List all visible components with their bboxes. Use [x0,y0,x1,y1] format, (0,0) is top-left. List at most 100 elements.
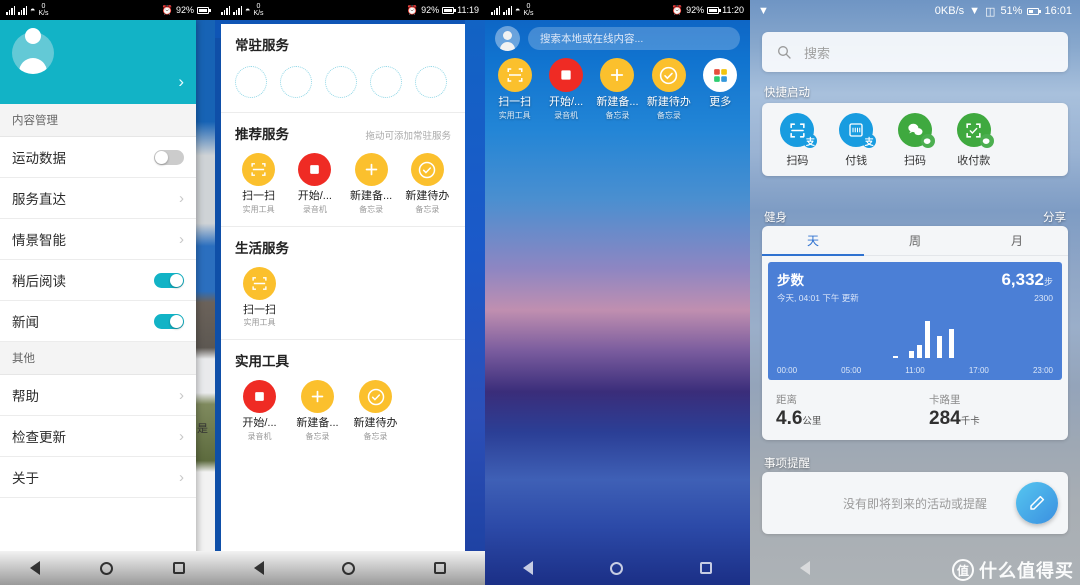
app-name: 新建备... [596,96,639,108]
toggle-sports-data[interactable] [154,149,184,165]
recents-icon[interactable] [433,562,446,574]
chevron-right-icon: › [179,427,184,445]
empty-slot-circle[interactable] [370,66,402,98]
service-item[interactable]: 新建待办 备忘录 [404,153,451,215]
fitness-metrics: 距离 4.6公里 卡路里 284千卡 [762,386,1068,440]
empty-slot-circle[interactable] [325,66,357,98]
home-app-new-note[interactable]: 新建备... 备忘录 [593,58,641,121]
empty-slot-circle[interactable] [235,66,267,98]
assistant-search-input[interactable]: 搜索 [762,32,1068,72]
steps-panel[interactable]: 步数 6,332步 今天, 04:01 下午 更新 2300 00:00 05:… [768,262,1062,380]
empty-slot-circle[interactable] [415,66,447,98]
recents-icon[interactable] [173,562,185,574]
quick-launch-alipay-scan[interactable]: 支 扫码 [768,113,827,168]
nav-bar-2 [215,551,485,585]
fitness-share-button[interactable]: 分享 [1043,209,1066,225]
services-card: 常驻服务 推荐服务 拖动可添加常驻服务 扫一扫 实用工具 开始/... 录音机 … [221,24,465,551]
quick-launch-wechat-scan[interactable]: 扫码 [886,113,945,168]
service-source: 实用工具 [242,204,275,214]
service-item[interactable]: 开始/... 录音机 [291,153,338,215]
service-item[interactable]: 新建待办 备忘录 [351,380,400,442]
battery-icon-1 [197,6,211,14]
settings-row-service-direct[interactable]: 服务直达 › [0,178,196,219]
stop-icon [549,58,584,92]
empty-slot-circle[interactable] [280,66,312,98]
settings-row-sports-data[interactable]: 运动数据 [0,137,196,178]
settings-row-news[interactable]: 新闻 [0,301,196,342]
settings-row-smart-scene[interactable]: 情景智能 › [0,219,196,260]
group-resident-services: 常驻服务 [221,24,465,113]
service-source: 备忘录 [363,431,388,441]
panel1-background-strip: 是 [195,20,215,585]
nav-bar-1 [0,551,215,585]
reminders-empty-state: 没有即将到来的活动或提醒 [762,472,1068,534]
wifi-icon: ◓ [245,4,251,15]
toggle-read-later[interactable] [154,272,184,288]
row-label: 帮助 [12,389,39,404]
service-item[interactable]: 扫一扫 实用工具 [235,153,282,215]
back-icon[interactable] [254,561,265,575]
group-title: 常驻服务 [235,38,289,53]
quick-launch-alipay-pay[interactable]: 支 付钱 [827,113,886,168]
row-label: 关于 [12,471,39,486]
service-item[interactable]: 新建备... 备忘录 [293,380,342,442]
home-app-more[interactable]: 更多 [696,58,744,121]
home-app-scan[interactable]: 扫一扫 实用工具 [491,58,539,121]
group-title: 生活服务 [235,240,289,256]
reminders-empty-text: 没有即将到来的活动或提醒 [842,496,987,511]
service-source: 实用工具 [243,318,276,328]
plus-icon [600,58,635,92]
service-name: 新建备... [350,190,393,202]
settings-row-read-later[interactable]: 稍后阅读 [0,260,196,301]
chart-bar [948,329,954,358]
home-app-recorder[interactable]: 开始/... 录音机 [542,58,590,121]
search-input[interactable]: 搜索本地或在线内容... [528,26,740,50]
alarm-icon: ⏰ [406,4,419,15]
tab-month[interactable]: 月 [966,226,1068,255]
stop-icon [243,380,276,414]
chevron-right-icon[interactable]: › [178,72,184,92]
signal-icon-2 [18,5,27,15]
service-name: 开始/... [242,417,277,430]
metric-calories: 卡路里 284千卡 [915,392,1068,430]
service-item[interactable]: 新建备... 备忘录 [348,153,395,215]
back-icon[interactable] [800,561,810,575]
settings-row-help[interactable]: 帮助 › [0,375,196,416]
metric-unit: 公里 [802,416,822,427]
status-bar-4: ▼ 0KB/s ▼ ◫ 51% 16:01 [750,0,1080,22]
service-item[interactable]: 扫一扫 实用工具 [235,266,284,329]
row-label: 稍后阅读 [12,274,66,289]
tab-day[interactable]: 天 [762,226,864,256]
screenshot-stage: 是 ◓ 0 K/s ⏰ 92% › 内容管理 运动数据 服务直达 › 情景智能 … [0,0,1080,585]
service-name: 开始/... [297,190,332,202]
signal-icon-2 [503,5,512,15]
back-icon[interactable] [30,561,40,575]
home-icon[interactable] [100,561,113,575]
resident-service-slots[interactable] [235,54,451,112]
tab-week[interactable]: 周 [864,226,966,255]
clock-label-2: 11:19 [457,4,479,15]
toggle-news[interactable] [154,313,184,329]
service-source: 录音机 [247,431,272,441]
profile-header[interactable]: › [0,20,196,104]
home-icon[interactable] [342,561,356,575]
settings-row-check-update[interactable]: 检查更新 › [0,416,196,457]
scan-icon [243,266,276,300]
row-label: 运动数据 [12,151,66,166]
recents-icon[interactable] [699,562,712,574]
check-icon [359,380,392,414]
add-reminder-button[interactable] [1016,482,1058,524]
panel-assistant: ▼ 0KB/s ▼ ◫ 51% 16:01 搜索 快捷启动 支 扫码 支 付钱 … [750,0,1080,585]
row-label: 新闻 [12,315,39,330]
app-name: 更多 [709,96,732,108]
service-item[interactable]: 开始/... 录音机 [235,380,284,442]
avatar[interactable] [12,28,54,74]
back-icon[interactable] [523,561,534,575]
home-app-new-todo[interactable]: 新建待办 备忘录 [645,58,693,121]
service-source: 备忘录 [415,204,440,214]
quick-launch-wechat-pay[interactable]: 收付款 [944,113,1003,168]
group-life-services: 生活服务 扫一扫 实用工具 [221,227,465,341]
home-icon[interactable] [609,561,623,575]
avatar[interactable] [495,25,520,51]
settings-row-about[interactable]: 关于 › [0,457,196,498]
